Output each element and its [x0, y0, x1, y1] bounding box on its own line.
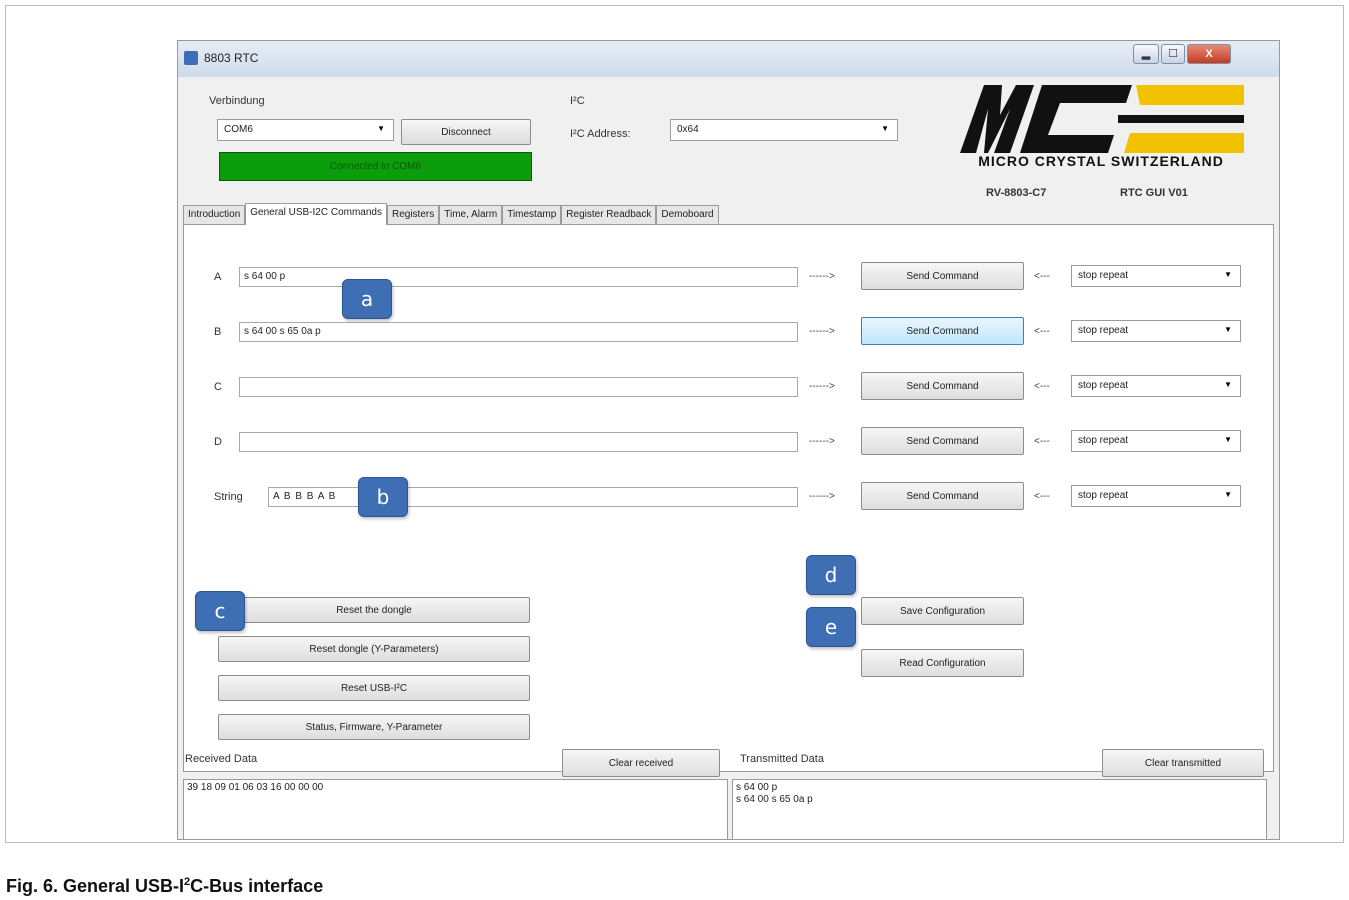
tab-demoboard[interactable]: Demoboard	[656, 205, 719, 225]
clear-received-button[interactable]: Clear received	[562, 749, 720, 777]
command-a-input[interactable]: s 64 00 p	[239, 267, 798, 287]
send-command-d-button[interactable]: Send Command	[861, 427, 1024, 455]
repeat-string-select[interactable]: stop repeat ▼	[1071, 485, 1241, 507]
caption-suffix: C-Bus interface	[190, 876, 324, 896]
chevron-down-icon: ▼	[1224, 325, 1232, 334]
reset-usb-i2c-button[interactable]: Reset USB-I²C	[218, 675, 530, 701]
callout-badge-b: b	[358, 477, 408, 517]
command-c-input[interactable]	[239, 377, 798, 397]
arrow-right: ------>	[809, 326, 835, 337]
window-title: 8803 RTC	[204, 51, 259, 65]
i2c-address-label: I²C Address:	[570, 128, 631, 140]
received-data-label: Received Data	[185, 753, 258, 765]
chevron-down-icon: ▼	[1224, 270, 1232, 279]
repeat-c-value: stop repeat	[1078, 380, 1129, 391]
callout-badge-d: d	[806, 555, 856, 595]
maximize-button[interactable]: ☐	[1161, 44, 1185, 64]
disconnect-button[interactable]: Disconnect	[401, 119, 531, 145]
arrow-left: <---	[1034, 326, 1050, 337]
callout-badge-e: e	[806, 607, 856, 647]
chevron-down-icon: ▼	[1224, 490, 1232, 499]
i2c-group-label: I²C	[570, 95, 585, 107]
chevron-down-icon: ▼	[1224, 380, 1232, 389]
tab-strip: Introduction General USB-I2C Commands Re…	[183, 203, 719, 225]
arrow-left: <---	[1034, 381, 1050, 392]
command-string-input[interactable]: A B B B A B	[268, 487, 798, 507]
row-string-label: String	[214, 491, 243, 503]
repeat-d-value: stop repeat	[1078, 435, 1129, 446]
arrow-right: ------>	[809, 436, 835, 447]
i2c-address-select[interactable]: 0x64 ▼	[670, 119, 898, 141]
model-label: RV-8803-C7	[986, 187, 1047, 199]
row-d-letter: D	[214, 436, 222, 448]
command-b-input[interactable]: s 64 00 s 65 0a p	[239, 322, 798, 342]
reset-dongle-button[interactable]: Reset the dongle	[218, 597, 530, 623]
com-port-select[interactable]: COM6 ▼	[217, 119, 394, 141]
arrow-right: ------>	[809, 381, 835, 392]
arrow-right: ------>	[809, 491, 835, 502]
tab-timestamp[interactable]: Timestamp	[502, 205, 562, 225]
repeat-b-select[interactable]: stop repeat ▼	[1071, 320, 1241, 342]
row-c-letter: C	[214, 381, 222, 393]
read-configuration-button[interactable]: Read Configuration	[861, 649, 1024, 677]
save-configuration-button[interactable]: Save Configuration	[861, 597, 1024, 625]
command-d-input[interactable]	[239, 432, 798, 452]
transmitted-data-line: s 64 00 s 65 0a p	[736, 794, 813, 805]
repeat-b-value: stop repeat	[1078, 325, 1129, 336]
com-port-value: COM6	[224, 124, 253, 135]
transmitted-data-line: s 64 00 p	[736, 782, 778, 793]
repeat-a-value: stop repeat	[1078, 270, 1129, 281]
tab-general-usb-i2c-commands[interactable]: General USB-I2C Commands	[245, 203, 387, 225]
connection-status-bar: Connected to COM6	[219, 152, 532, 181]
app-window: 8803 RTC ▂ ☐ X Verbindung COM6 ▼ Disconn…	[177, 40, 1280, 840]
minimize-button[interactable]: ▂	[1133, 44, 1159, 64]
chevron-down-icon: ▼	[1224, 435, 1232, 444]
status-firmware-button[interactable]: Status, Firmware, Y-Parameter	[218, 714, 530, 740]
callout-badge-a: a	[342, 279, 392, 319]
i2c-address-value: 0x64	[677, 124, 699, 135]
row-a-letter: A	[214, 271, 222, 283]
repeat-a-select[interactable]: stop repeat ▼	[1071, 265, 1241, 287]
caption-prefix: Fig. 6. General USB-I	[6, 876, 185, 896]
received-data-line: 39 18 09 01 06 03 16 00 00 00	[187, 782, 324, 793]
clear-transmitted-button[interactable]: Clear transmitted	[1102, 749, 1264, 777]
arrow-left: <---	[1034, 436, 1050, 447]
send-command-b-button[interactable]: Send Command	[861, 317, 1024, 345]
arrow-right: ------>	[809, 271, 835, 282]
callout-badge-c: c	[195, 591, 245, 631]
gui-version-label: RTC GUI V01	[1120, 187, 1188, 199]
logo-caption: MICRO CRYSTAL SWITZERLAND	[978, 153, 1224, 169]
transmitted-data-box[interactable]: s 64 00 p s 64 00 s 65 0a p	[732, 779, 1267, 839]
send-command-a-button[interactable]: Send Command	[861, 262, 1024, 290]
transmitted-data-label: Transmitted Data	[740, 753, 824, 765]
tab-time-alarm[interactable]: Time, Alarm	[439, 205, 503, 225]
chevron-down-icon: ▼	[377, 124, 385, 133]
send-command-string-button[interactable]: Send Command	[861, 482, 1024, 510]
repeat-string-value: stop repeat	[1078, 490, 1129, 501]
arrow-left: <---	[1034, 271, 1050, 282]
tab-register-readback[interactable]: Register Readback	[561, 205, 657, 225]
tab-introduction[interactable]: Introduction	[183, 205, 246, 225]
reset-dongle-y-parameters-button[interactable]: Reset dongle (Y-Parameters)	[218, 636, 530, 662]
repeat-c-select[interactable]: stop repeat ▼	[1071, 375, 1241, 397]
chevron-down-icon: ▼	[881, 124, 889, 133]
tab-registers[interactable]: Registers	[386, 205, 440, 225]
repeat-d-select[interactable]: stop repeat ▼	[1071, 430, 1241, 452]
close-button[interactable]: X	[1187, 44, 1231, 64]
arrow-left: <---	[1034, 491, 1050, 502]
connection-group-label: Verbindung	[209, 95, 265, 107]
figure-caption: Fig. 6. General USB-I2C-Bus interface	[6, 876, 323, 897]
app-icon	[184, 51, 198, 65]
title-bar: 8803 RTC ▂ ☐ X	[178, 41, 1279, 77]
received-data-box[interactable]: 39 18 09 01 06 03 16 00 00 00	[183, 779, 728, 839]
send-command-c-button[interactable]: Send Command	[861, 372, 1024, 400]
row-b-letter: B	[214, 326, 222, 338]
